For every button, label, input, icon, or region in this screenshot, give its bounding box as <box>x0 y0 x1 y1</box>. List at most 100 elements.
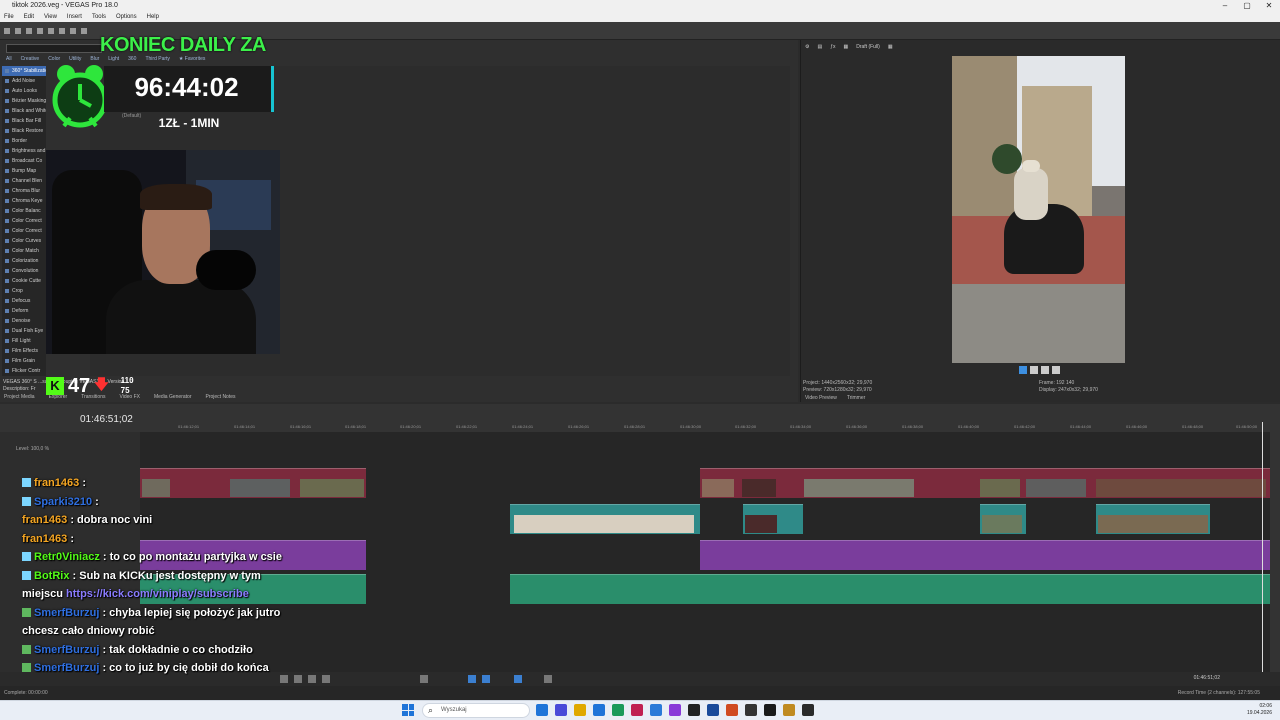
fx-list-item[interactable]: Color Balanc <box>2 206 46 216</box>
menu-edit[interactable]: Edit <box>24 12 34 22</box>
play-icon[interactable] <box>1019 366 1027 374</box>
menu-icon[interactable] <box>1052 366 1060 374</box>
normal-edit-tool-icon[interactable] <box>514 675 522 683</box>
menu-options[interactable]: Options <box>116 12 137 22</box>
app-icon[interactable] <box>802 704 814 716</box>
fx-list-item[interactable]: Cookie Cutte <box>2 276 46 286</box>
menu-insert[interactable]: Insert <box>67 12 82 22</box>
fx-list-item[interactable]: Broadcast Co <box>2 156 46 166</box>
open-icon[interactable] <box>15 27 21 34</box>
fx-list-item[interactable]: Black Restore <box>2 126 46 136</box>
fx-list-item[interactable]: Film Grain <box>2 356 46 366</box>
play-icon[interactable] <box>322 675 330 683</box>
render-icon[interactable] <box>48 27 54 34</box>
maximize-button[interactable]: ▢ <box>1236 0 1258 12</box>
photoshop-icon[interactable] <box>707 704 719 716</box>
preview-settings-icon[interactable]: ⚙ <box>805 44 809 50</box>
fx-list-item[interactable]: Channel Blen <box>2 176 46 186</box>
video-clip[interactable] <box>510 504 700 534</box>
fx-list-item[interactable]: Color Correct <box>2 216 46 226</box>
vegas-icon[interactable] <box>612 704 624 716</box>
overlays-icon[interactable]: ▦ <box>844 44 849 50</box>
fx-list-item[interactable]: Flicker Contr <box>2 366 46 376</box>
fx-list-item[interactable]: Denoise <box>2 316 46 326</box>
app-icon[interactable] <box>726 704 738 716</box>
master-level[interactable]: Level: 100,0 % <box>16 446 49 452</box>
fx-list-item[interactable]: Convolution <box>2 266 46 276</box>
fx-list-item[interactable]: Crop <box>2 286 46 296</box>
lock-icon[interactable] <box>420 675 428 683</box>
store-icon[interactable] <box>593 704 605 716</box>
fx-list-item[interactable]: Chroma Blur <box>2 186 46 196</box>
app-icon[interactable] <box>669 704 681 716</box>
app-icon[interactable] <box>745 704 757 716</box>
fx-list-item[interactable]: Color Curves <box>2 236 46 246</box>
copy-icon[interactable] <box>70 27 76 34</box>
envelope-tool-icon[interactable] <box>544 675 552 683</box>
close-button[interactable]: ✕ <box>1258 0 1280 12</box>
loop-icon[interactable] <box>294 675 302 683</box>
tab-project-notes[interactable]: Project Notes <box>206 394 236 400</box>
fx-list-item[interactable]: Add Noise <box>2 76 46 86</box>
snap-icon[interactable] <box>468 675 476 683</box>
auto-ripple-icon[interactable] <box>482 675 490 683</box>
video-fx-icon[interactable]: ƒx <box>830 44 835 50</box>
fx-list-item[interactable]: Border <box>2 136 46 146</box>
fx-list-item[interactable]: Deform <box>2 306 46 316</box>
audio-clip[interactable] <box>510 574 1270 604</box>
fx-list-item[interactable]: Auto Looks <box>2 86 46 96</box>
fx-list-item[interactable]: Colorization <box>2 256 46 266</box>
video-clip[interactable] <box>980 504 1026 534</box>
edge-icon[interactable] <box>536 704 548 716</box>
save-icon[interactable] <box>26 27 32 34</box>
teams-icon[interactable] <box>555 704 567 716</box>
preview-quality-dropdown[interactable]: Draft (Full) <box>856 44 880 50</box>
menu-file[interactable]: File <box>4 12 14 22</box>
stop-icon[interactable] <box>1041 366 1049 374</box>
mail-icon[interactable] <box>650 704 662 716</box>
fx-tab-creative[interactable]: Creative <box>21 56 40 62</box>
fx-list-item[interactable]: Bump Map <box>2 166 46 176</box>
menu-tools[interactable]: Tools <box>92 12 106 22</box>
menu-help[interactable]: Help <box>147 12 159 22</box>
system-tray-clock[interactable]: 02:06 19.04.2026 <box>1247 703 1272 717</box>
pause-icon[interactable] <box>1030 366 1038 374</box>
app-icon[interactable] <box>688 704 700 716</box>
video-clip[interactable] <box>1096 504 1210 534</box>
fx-search-input[interactable] <box>6 44 102 53</box>
timeline-playhead[interactable] <box>1262 422 1263 672</box>
fx-list-item[interactable]: Black Bar Fill <box>2 116 46 126</box>
cut-icon[interactable] <box>59 27 65 34</box>
grid-icon[interactable]: ▦ <box>888 44 893 50</box>
minimize-button[interactable]: – <box>1214 0 1236 12</box>
windows-start-icon[interactable] <box>402 704 414 716</box>
fx-tab-all[interactable]: All <box>6 56 12 62</box>
undo-icon[interactable] <box>81 27 87 34</box>
tab-trimmer[interactable]: Trimmer <box>847 395 865 401</box>
properties-icon[interactable] <box>37 27 43 34</box>
fx-list-item[interactable]: Bézier Masking <box>2 96 46 106</box>
tab-project-media[interactable]: Project Media <box>4 394 35 400</box>
fx-list-item[interactable]: Chroma Keye <box>2 196 46 206</box>
fx-list-item[interactable]: Fill Light <box>2 336 46 346</box>
timeline-ruler[interactable]: 01:46:12;01 01:46:14;01 01:46:16;01 01:4… <box>140 422 1270 432</box>
tab-video-preview[interactable]: Video Preview <box>805 395 837 401</box>
fx-list-item[interactable]: 360° Stabilization <box>2 66 46 76</box>
opera-icon[interactable] <box>631 704 643 716</box>
video-clip[interactable] <box>743 504 803 534</box>
fx-list-item[interactable]: Dual Fish Eye <box>2 326 46 336</box>
file-explorer-icon[interactable] <box>574 704 586 716</box>
fx-list-item[interactable]: Defocus <box>2 296 46 306</box>
fx-list-item[interactable]: Color Match <box>2 246 46 256</box>
fx-list-item[interactable]: Color Correct <box>2 226 46 236</box>
split-screen-icon[interactable]: ▤ <box>817 44 822 50</box>
play-from-start-icon[interactable] <box>308 675 316 683</box>
fx-list-item[interactable]: Film Effects <box>2 346 46 356</box>
app-icon[interactable] <box>783 704 795 716</box>
fx-list-item[interactable]: Black and White <box>2 106 46 116</box>
menu-view[interactable]: View <box>44 12 57 22</box>
tab-media-generator[interactable]: Media Generator <box>154 394 192 400</box>
track-area[interactable] <box>140 432 1270 672</box>
chat-link[interactable]: https://kick.com/viniplay/subscribe <box>66 588 249 600</box>
video-clip[interactable] <box>700 468 1270 498</box>
